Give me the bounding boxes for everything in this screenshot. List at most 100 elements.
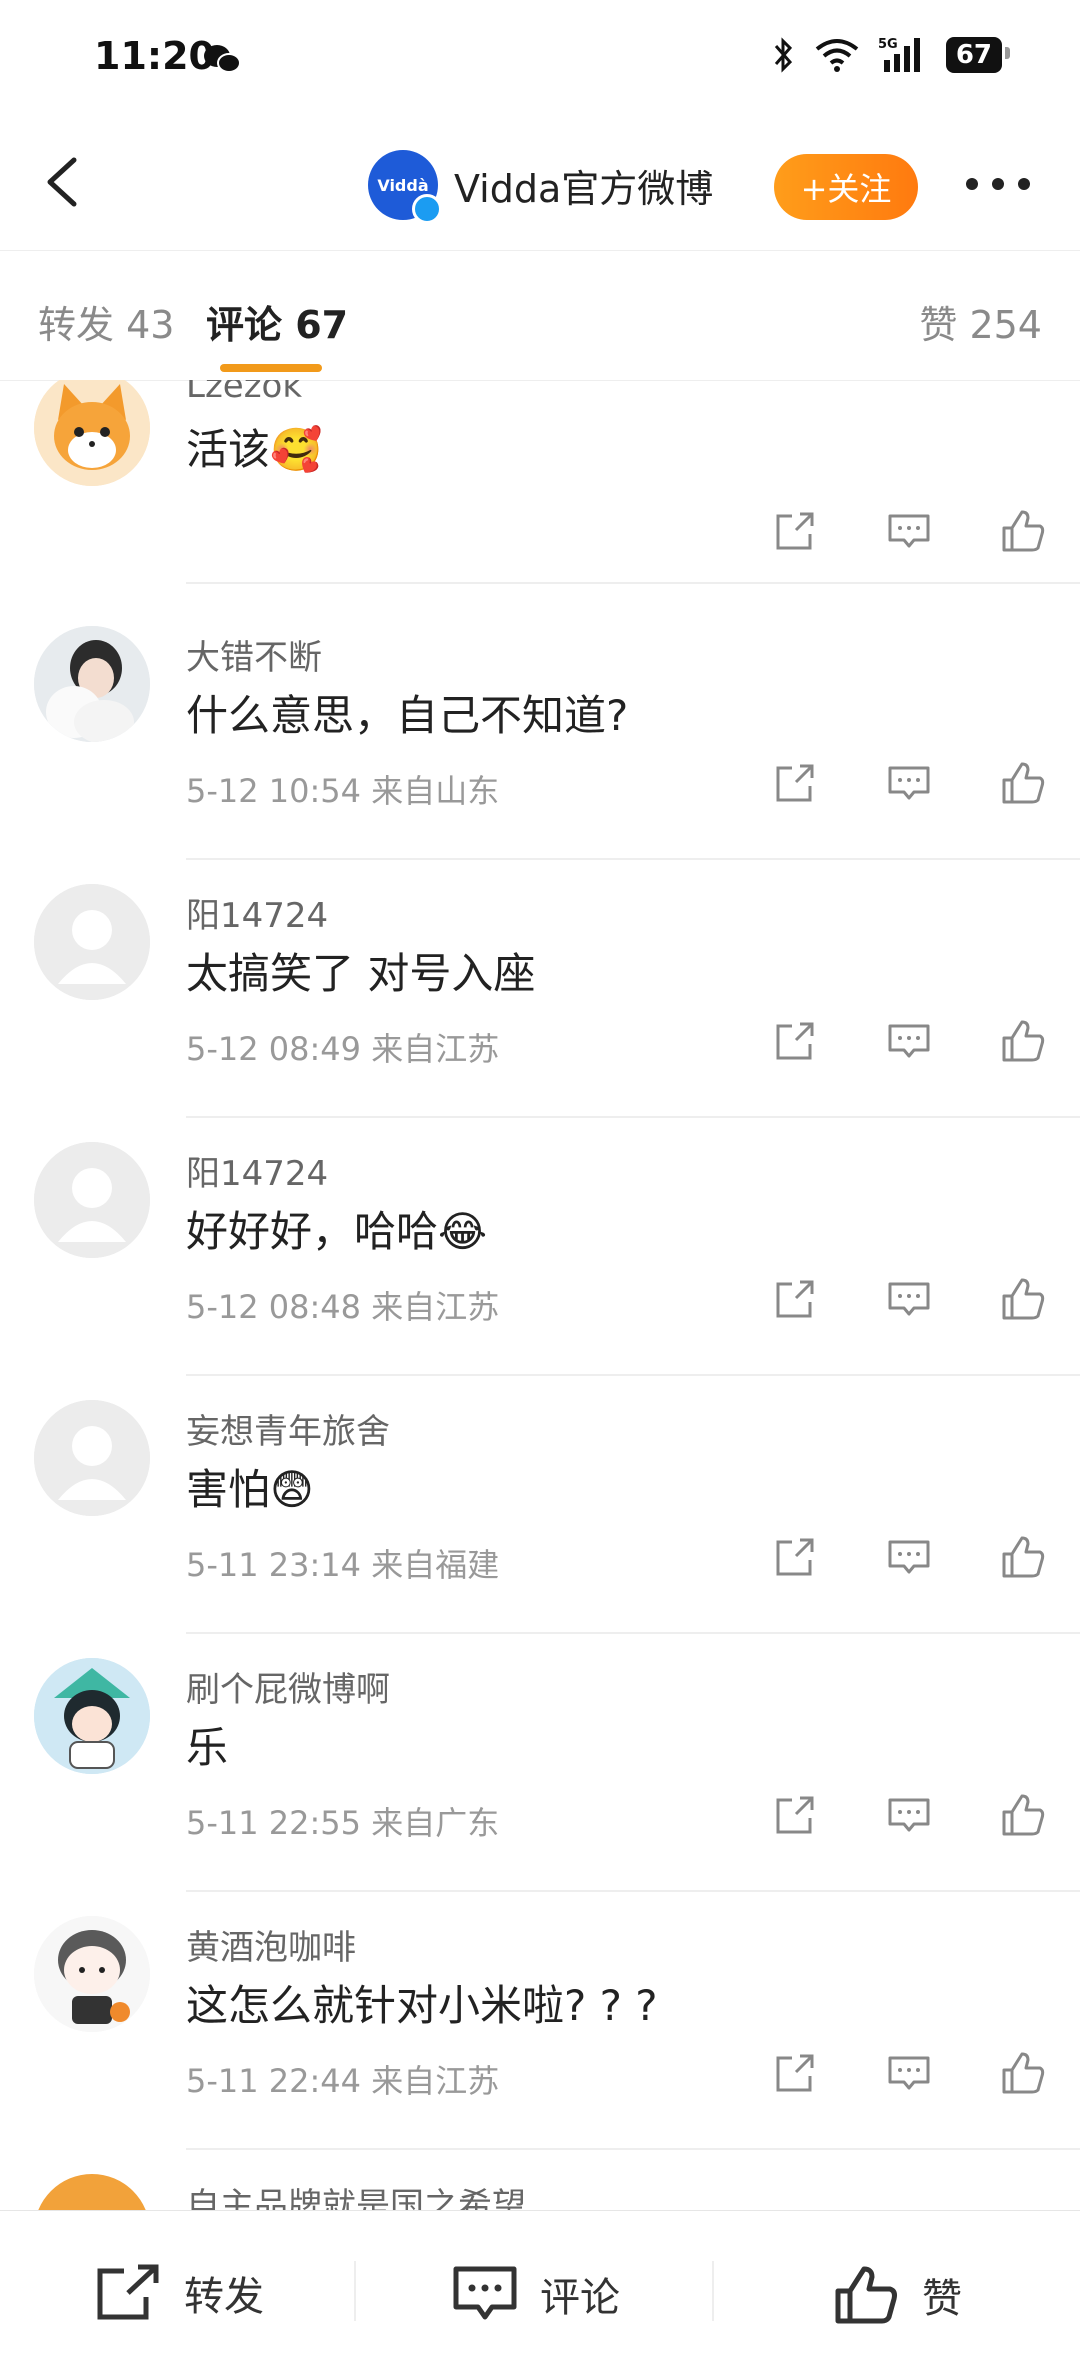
reply-icon[interactable] bbox=[884, 1274, 934, 1324]
commenter-name[interactable]: Lzezok bbox=[186, 380, 302, 406]
reply-icon[interactable] bbox=[884, 506, 934, 556]
like-icon[interactable] bbox=[998, 506, 1048, 556]
share-icon[interactable] bbox=[770, 506, 820, 556]
comment-text-body: 太搞笑了 对号入座 bbox=[186, 949, 536, 998]
comment-divider bbox=[186, 1116, 1080, 1118]
comment-meta: 5-12 08:48 来自江苏 bbox=[186, 1288, 500, 1326]
comment-item: 妄想青年旅舍 害怕😨 5-11 23:14 来自福建 bbox=[0, 1400, 1080, 1658]
bottom-separator bbox=[712, 2261, 714, 2321]
comment-divider bbox=[186, 1632, 1080, 1634]
comment-actions bbox=[750, 1016, 1080, 1076]
reply-icon[interactable] bbox=[884, 1016, 934, 1066]
comment-emoji: 🥰 bbox=[270, 425, 323, 474]
avatar[interactable] bbox=[34, 1658, 150, 1774]
comment-divider bbox=[186, 858, 1080, 860]
tab-comments[interactable]: 评论 67 bbox=[206, 294, 348, 349]
reply-icon[interactable] bbox=[884, 2048, 934, 2098]
wechat-icon bbox=[204, 45, 241, 73]
comment-emoji: 😂 bbox=[438, 1207, 488, 1256]
bottom-repost-button[interactable]: 转发 bbox=[94, 2263, 264, 2323]
avatar[interactable] bbox=[34, 380, 150, 486]
comment-text: 太搞笑了 对号入座 bbox=[186, 940, 535, 1001]
avatar[interactable] bbox=[34, 2174, 150, 2210]
like-icon[interactable] bbox=[998, 1016, 1048, 1066]
comment-text: 什么意思，自己不知道? bbox=[186, 682, 628, 743]
share-icon[interactable] bbox=[770, 1790, 820, 1840]
comment-actions bbox=[750, 2048, 1080, 2108]
comment-text-body: 乐 bbox=[186, 1723, 229, 1772]
tab-likes[interactable]: 赞 254 bbox=[919, 294, 1042, 349]
comment-actions bbox=[750, 1274, 1080, 1334]
comment-actions bbox=[750, 758, 1080, 818]
comment-text-body: 这怎么就针对小米啦? ? ? bbox=[186, 1981, 658, 2030]
share-icon[interactable] bbox=[770, 2048, 820, 2098]
avatar[interactable] bbox=[34, 1916, 150, 2032]
account-avatar[interactable]: Viddà bbox=[368, 150, 442, 224]
comment-text: 这怎么就针对小米啦? ? ? bbox=[186, 1972, 658, 2033]
bottom-comment-button[interactable]: 评论 bbox=[450, 2263, 620, 2325]
verified-badge-icon bbox=[412, 194, 442, 224]
commenter-name[interactable]: 刷个屁微博啊 bbox=[186, 1662, 390, 1711]
bottom-separator bbox=[354, 2261, 356, 2321]
comment-meta: 5-12 08:49 来自江苏 bbox=[186, 1030, 500, 1068]
account-name[interactable]: Vidda官方微博 bbox=[454, 158, 713, 213]
avatar[interactable] bbox=[34, 884, 150, 1000]
like-icon[interactable] bbox=[998, 2048, 1048, 2098]
avatar[interactable] bbox=[34, 626, 150, 742]
comment-text-body: 什么意思，自己不知道? bbox=[186, 691, 629, 740]
avatar[interactable] bbox=[34, 1142, 150, 1258]
comment-item: 阳14724 太搞笑了 对号入座 5-12 08:49 来自江苏 bbox=[0, 884, 1080, 1142]
commenter-name[interactable]: 自主品牌就是国之希望 bbox=[186, 2178, 526, 2210]
comment-icon bbox=[453, 2266, 517, 2320]
account-header[interactable]: Viddà Vidda官方微博 bbox=[368, 150, 713, 224]
commenter-name[interactable]: 妄想青年旅舍 bbox=[186, 1404, 390, 1453]
comment-item: 大错不断 什么意思，自己不知道? 5-12 10:54 来自山东 bbox=[0, 626, 1080, 884]
share-icon[interactable] bbox=[770, 1274, 820, 1324]
comment-item-partial: 自主品牌就是国之希望 bbox=[0, 2174, 1080, 2210]
share-icon[interactable] bbox=[770, 1016, 820, 1066]
like-icon[interactable] bbox=[998, 1274, 1048, 1324]
status-time: 11:20 bbox=[94, 34, 215, 78]
comment-item: 阳14724 好好好，哈哈😂 5-12 08:48 来自江苏 bbox=[0, 1142, 1080, 1400]
share-icon[interactable] bbox=[770, 758, 820, 808]
bluetooth-icon bbox=[774, 37, 792, 73]
comment-list[interactable]: Lzezok 活该🥰 大错不断 什么意思，自己不知道? 5-12 10:54 来… bbox=[0, 380, 1080, 2210]
battery-indicator: 67 bbox=[945, 37, 1011, 73]
avatar[interactable] bbox=[34, 1400, 150, 1516]
commenter-name[interactable]: 黄酒泡咖啡 bbox=[186, 1920, 356, 1969]
like-icon[interactable] bbox=[998, 1790, 1048, 1840]
commenter-name[interactable]: 大错不断 bbox=[186, 630, 322, 679]
top-navigation: Viddà Vidda官方微博 +关注 bbox=[0, 120, 1080, 251]
comment-text: 害怕😨 bbox=[186, 1456, 314, 1517]
reply-icon[interactable] bbox=[884, 1532, 934, 1582]
reply-icon[interactable] bbox=[884, 758, 934, 808]
thumbs-up-icon bbox=[835, 2266, 897, 2324]
comment-actions bbox=[750, 1532, 1080, 1592]
comment-meta: 5-12 10:54 来自山东 bbox=[186, 772, 500, 810]
fox-avatar-image bbox=[34, 380, 150, 486]
follow-button[interactable]: +关注 bbox=[774, 154, 918, 220]
commenter-name[interactable]: 阳14724 bbox=[186, 888, 328, 937]
commenter-name[interactable]: 阳14724 bbox=[186, 1146, 328, 1195]
svg-text:5G: 5G bbox=[878, 37, 898, 52]
bottom-action-bar: 转发 评论 赞 bbox=[0, 2210, 1080, 2375]
comment-item: Lzezok 活该🥰 bbox=[0, 380, 1080, 626]
comment-label: 评论 bbox=[540, 2275, 620, 2321]
comment-emoji: 😨 bbox=[270, 1465, 314, 1514]
more-options-icon[interactable] bbox=[962, 164, 1034, 204]
like-icon[interactable] bbox=[998, 1532, 1048, 1582]
default-avatar-icon bbox=[34, 884, 150, 1000]
comment-text-body: 害怕 bbox=[186, 1465, 271, 1514]
back-arrow-icon[interactable] bbox=[36, 152, 96, 212]
tab-reposts[interactable]: 转发 43 bbox=[38, 294, 174, 349]
reply-icon[interactable] bbox=[884, 1790, 934, 1840]
comment-divider bbox=[186, 582, 1080, 584]
comment-text: 活该🥰 bbox=[186, 416, 322, 477]
active-tab-indicator bbox=[220, 364, 322, 372]
anime-avatar-image bbox=[34, 1658, 150, 1774]
repost-icon bbox=[97, 2264, 159, 2320]
like-icon[interactable] bbox=[998, 758, 1048, 808]
bottom-like-button[interactable]: 赞 bbox=[832, 2263, 962, 2327]
share-icon[interactable] bbox=[770, 1532, 820, 1582]
comment-text-body: 活该 bbox=[186, 425, 271, 474]
